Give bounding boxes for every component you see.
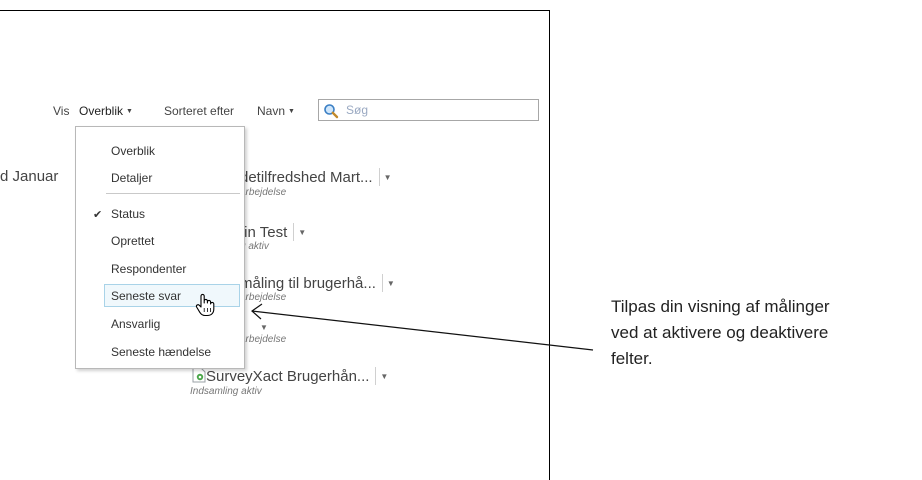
menu-item-seneste-svar[interactable]: Seneste svar xyxy=(111,289,181,303)
callout-line: felter. xyxy=(611,349,653,368)
list-item[interactable]: måling til brugerhå... ▼ xyxy=(240,274,395,293)
list-item[interactable]: tin Test ▼ xyxy=(240,223,306,242)
callout-line: Tilpas din visning af målinger xyxy=(611,297,830,316)
list-item-status: arbejdelse xyxy=(240,187,287,198)
view-label: Vis xyxy=(53,104,70,118)
chevron-down-icon: ▼ xyxy=(126,108,133,115)
chevron-down-icon[interactable]: ▼ xyxy=(298,228,306,237)
search-icon xyxy=(324,104,339,119)
list-item-title[interactable]: måling til brugerhå... xyxy=(240,275,376,292)
divider xyxy=(381,274,383,292)
menu-item-seneste-haendelse[interactable]: Seneste hændelse xyxy=(111,345,211,359)
menu-item-status[interactable]: Status xyxy=(111,207,145,221)
chevron-down-icon[interactable]: ▼ xyxy=(380,372,388,381)
menu-item-overblik[interactable]: Overblik xyxy=(111,144,155,158)
menu-divider xyxy=(106,193,240,194)
search-placeholder: Søg xyxy=(346,103,369,117)
view-selector-button[interactable]: Overblik ▼ xyxy=(79,104,133,118)
view-options-menu: Overblik Detaljer ✔ Status Oprettet Resp… xyxy=(75,126,245,369)
search-input[interactable]: Søg xyxy=(318,99,539,121)
survey-document-icon xyxy=(192,367,206,383)
sort-selector-label: Navn xyxy=(257,104,286,118)
list-item-title[interactable]: SurveyXact Brugerhån... xyxy=(206,368,369,385)
menu-item-detaljer[interactable]: Detaljer xyxy=(111,171,152,185)
menu-item-respondenter[interactable]: Respondenter xyxy=(111,262,186,276)
list-item-title[interactable]: d Januar xyxy=(0,168,58,185)
chevron-down-icon[interactable]: ▼ xyxy=(384,173,392,182)
callout-text: Tilpas din visning af målinger ved at ak… xyxy=(611,294,830,372)
menu-item-oprettet[interactable]: Oprettet xyxy=(111,234,154,248)
sort-selector-button[interactable]: Navn ▼ xyxy=(257,104,295,118)
list-item-status: Indsamling aktiv xyxy=(190,386,262,397)
callout-line: ved at aktivere og deaktivere xyxy=(611,323,829,342)
list-item[interactable]: SurveyXact Brugerhån... ▼ xyxy=(192,367,388,386)
hand-pointer-icon xyxy=(195,293,215,317)
menu-item-ansvarlig[interactable]: Ansvarlig xyxy=(111,317,160,331)
divider xyxy=(293,223,295,241)
list-item-status: arbejdelse xyxy=(240,292,287,303)
chevron-down-icon: ▼ xyxy=(288,108,295,115)
app-screenshot-frame: Vis Overblik ▼ Sorteret efter Navn ▼ Søg d… xyxy=(0,10,550,480)
list-item-title[interactable]: detilfredshed Mart... xyxy=(240,169,373,186)
chevron-down-icon[interactable]: ▼ xyxy=(260,323,268,332)
divider xyxy=(378,168,380,186)
list-item-title[interactable]: tin Test xyxy=(240,224,287,241)
divider xyxy=(375,367,377,385)
sort-label: Sorteret efter xyxy=(164,104,235,118)
checkmark-icon: ✔ xyxy=(93,209,103,221)
list-item-status: arbejdelse xyxy=(240,334,287,345)
list-item[interactable]: detilfredshed Mart... ▼ xyxy=(240,168,391,187)
view-selector-label: Overblik xyxy=(79,104,124,118)
chevron-down-icon[interactable]: ▼ xyxy=(387,279,395,288)
